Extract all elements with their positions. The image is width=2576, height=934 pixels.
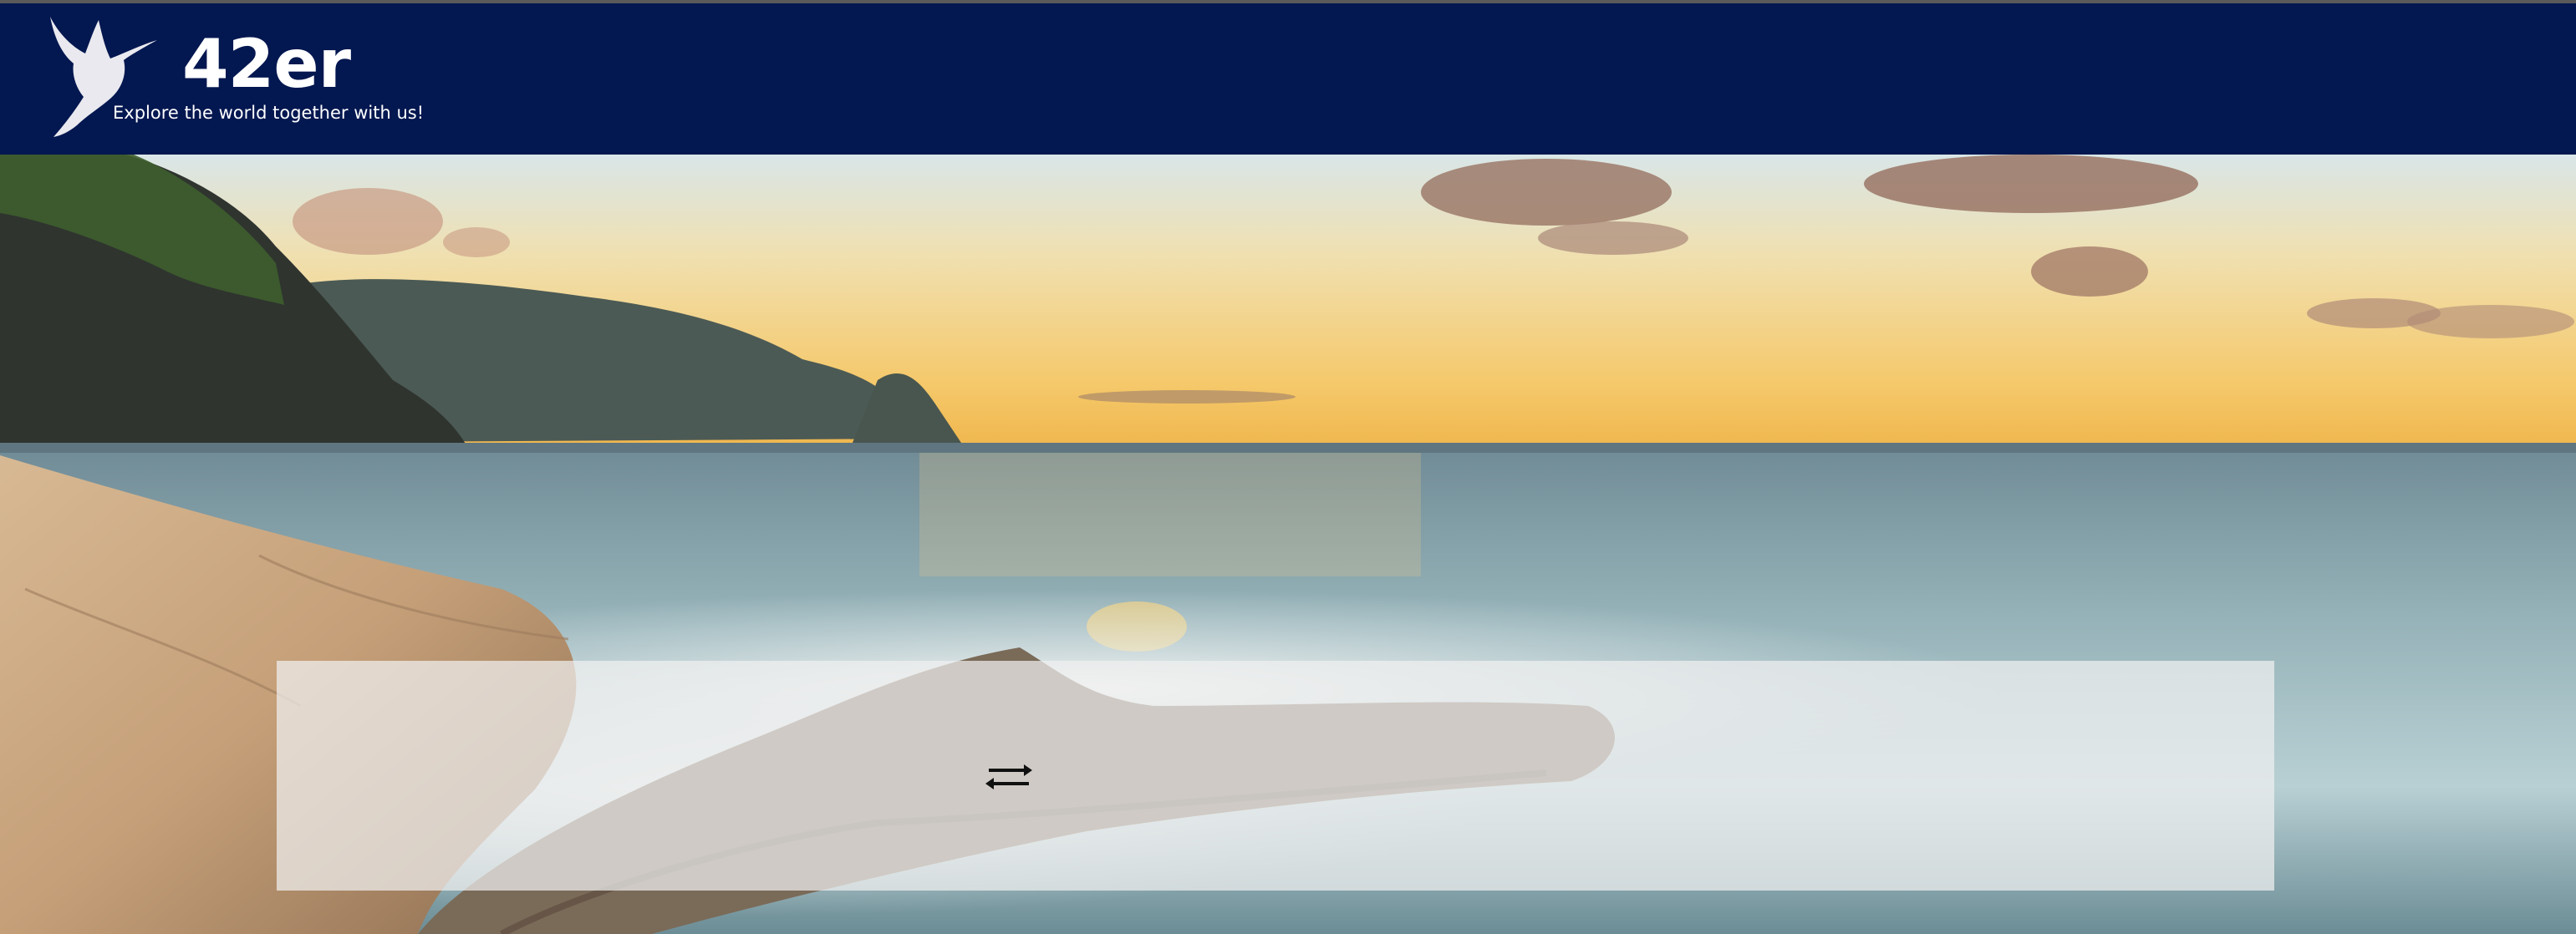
swap-arrows-icon[interactable] — [981, 757, 1036, 797]
search-panel — [277, 661, 2274, 891]
brand-title[interactable]: 42er — [182, 27, 351, 102]
brand-tagline: Explore the world together with us! — [113, 103, 425, 123]
site-header: 42er Explore the world together with us! — [0, 3, 2576, 155]
